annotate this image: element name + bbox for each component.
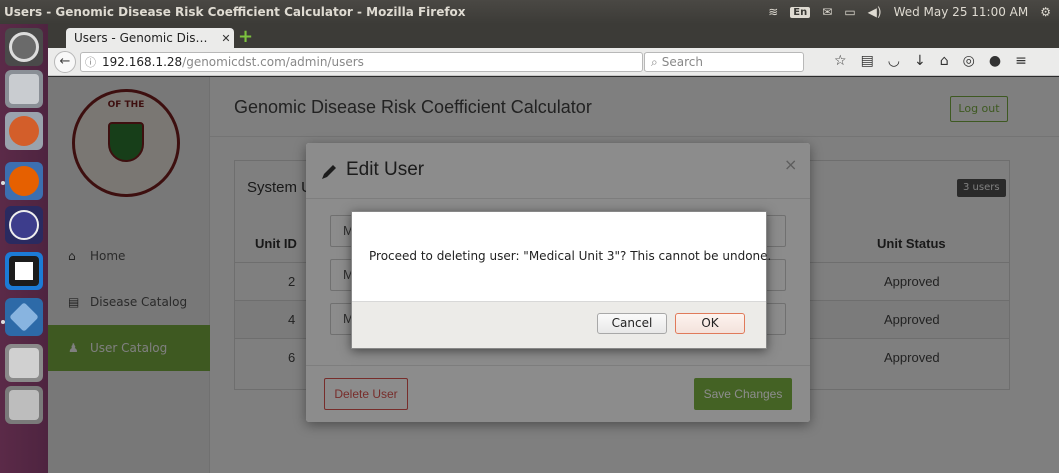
- mail-icon[interactable]: ✉: [822, 5, 832, 19]
- virtualbox-launcher-icon[interactable]: [5, 298, 43, 336]
- storage-launcher-icon[interactable]: [5, 344, 43, 382]
- url-host: 192.168.1.28: [102, 55, 183, 69]
- browser-tab[interactable]: Users - Genomic Dis… ✕: [66, 28, 234, 48]
- indicator-area: ≋ En ✉ ▭ ◀) Wed May 25 11:00 AM ⚙: [768, 5, 1059, 19]
- confirm-footer: Cancel OK: [352, 301, 766, 348]
- reading-list-icon[interactable]: ▤: [861, 53, 874, 69]
- url-path: /genomicdst.com/admin/users: [182, 55, 364, 69]
- download-icon[interactable]: ↓: [914, 53, 926, 69]
- pocket-icon[interactable]: ◡: [888, 53, 900, 69]
- extension-icon[interactable]: ●: [989, 53, 1001, 69]
- back-arrow-icon[interactable]: ←: [54, 51, 76, 73]
- url-bar[interactable]: ⓘ 192.168.1.28 /genomicdst.com/admin/use…: [80, 52, 664, 72]
- dash-launcher-icon[interactable]: [5, 28, 43, 66]
- firefox-launcher-icon[interactable]: [5, 162, 43, 200]
- confirm-message: Proceed to deleting user: "Medical Unit …: [369, 249, 772, 263]
- confirm-dialog: Proceed to deleting user: "Medical Unit …: [351, 211, 771, 349]
- home-icon[interactable]: ⌂: [940, 53, 949, 69]
- brackets-launcher-icon[interactable]: [5, 252, 43, 290]
- eclipse-launcher-icon[interactable]: [5, 206, 43, 244]
- menu-icon[interactable]: ≡: [1015, 53, 1027, 69]
- tab-title: Users - Genomic Dis…: [74, 31, 208, 45]
- toolbar-icons: ☆ ▤ ◡ ↓ ⌂ ◎ ● ≡: [834, 53, 1027, 69]
- cancel-button[interactable]: Cancel: [597, 313, 667, 334]
- search-bar[interactable]: ⌕ Search: [644, 52, 804, 72]
- browser-tab-bar: Users - Genomic Dis… ✕ +: [48, 24, 1059, 48]
- info-icon[interactable]: ⓘ: [85, 54, 96, 70]
- launcher: [0, 24, 48, 473]
- system-settings-launcher-icon[interactable]: [5, 112, 43, 150]
- workspace-switcher-launcher-icon[interactable]: [5, 386, 43, 424]
- search-icon: ⌕: [651, 54, 658, 69]
- browser-nav-bar: ← ⓘ 192.168.1.28 /genomicdst.com/admin/u…: [48, 48, 1059, 76]
- keyboard-layout-indicator[interactable]: En: [790, 6, 811, 18]
- search-placeholder: Search: [661, 55, 703, 69]
- close-tab-icon[interactable]: ✕: [218, 32, 234, 45]
- new-tab-icon[interactable]: +: [238, 28, 254, 46]
- volume-icon[interactable]: ◀): [868, 5, 882, 19]
- wifi-icon[interactable]: ≋: [768, 5, 778, 19]
- bookmark-star-icon[interactable]: ☆: [834, 53, 847, 69]
- chat-icon[interactable]: ◎: [963, 53, 975, 69]
- window-title: Users - Genomic Disease Risk Coefficient…: [4, 5, 466, 19]
- files-launcher-icon[interactable]: [5, 70, 43, 108]
- ok-button[interactable]: OK: [675, 313, 745, 334]
- confirm-body: Proceed to deleting user: "Medical Unit …: [352, 212, 771, 301]
- battery-icon[interactable]: ▭: [844, 5, 855, 19]
- top-panel: Users - Genomic Disease Risk Coefficient…: [0, 0, 1059, 24]
- clock[interactable]: Wed May 25 11:00 AM: [894, 5, 1029, 19]
- settings-gear-icon[interactable]: ⚙: [1040, 5, 1051, 19]
